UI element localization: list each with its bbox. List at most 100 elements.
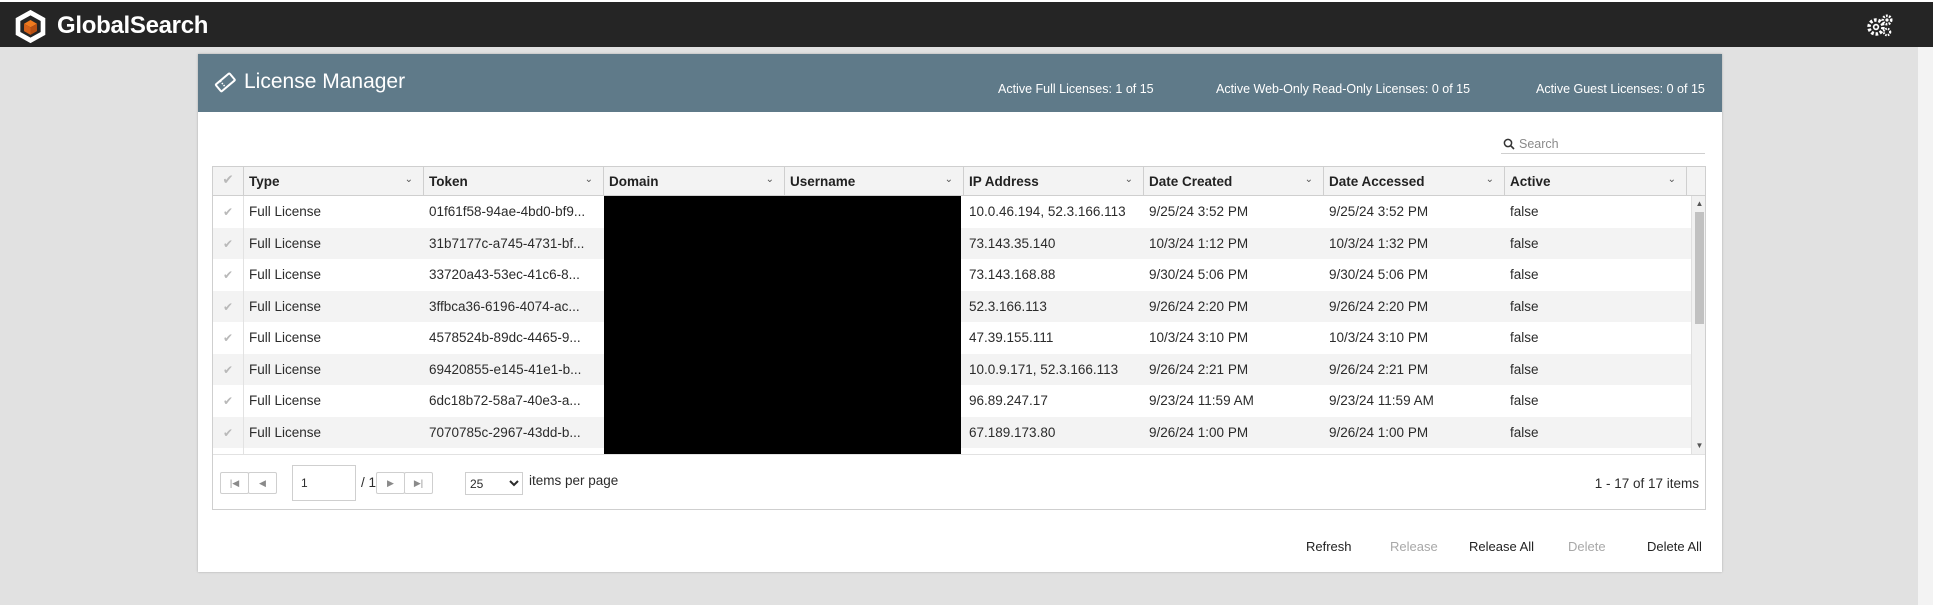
last-page-button[interactable]: ▶| xyxy=(404,472,433,494)
scroll-up-icon[interactable]: ▲ xyxy=(1692,198,1705,210)
cell-date-accessed: 9/26/24 2:20 PM xyxy=(1329,298,1429,314)
cell-date-created: 9/23/24 11:59 AM xyxy=(1149,393,1254,408)
delete-button[interactable]: Delete xyxy=(1568,539,1606,554)
chevron-down-icon[interactable]: ⌄ xyxy=(945,174,953,185)
row-checkbox[interactable]: ✔ xyxy=(213,227,244,259)
search-input[interactable] xyxy=(1519,136,1699,151)
cell-date-accessed: 10/3/24 3:10 PM xyxy=(1329,330,1429,345)
row-checkbox[interactable]: ✔ xyxy=(213,322,244,354)
column-header-active[interactable]: Active ⌄ xyxy=(1505,167,1687,196)
chevron-down-icon[interactable]: ⌄ xyxy=(405,174,413,185)
chevron-down-icon[interactable]: ⌄ xyxy=(585,174,593,185)
cell-active: false xyxy=(1510,361,1539,377)
active-guest-licenses: Active Guest Licenses: 0 of 15 xyxy=(1536,82,1705,96)
cell-token: 4578524b-89dc-4465-9... xyxy=(429,330,581,345)
page-edge xyxy=(1918,47,1933,605)
search-box xyxy=(1501,134,1705,154)
cell-active: false xyxy=(1510,393,1539,408)
cell-date-created: 9/26/24 1:00 PM xyxy=(1149,424,1249,440)
cell-type: Full License xyxy=(249,298,322,314)
vertical-scrollbar[interactable]: ▲ ▼ xyxy=(1691,196,1705,454)
cell-date-created: 10/3/24 1:12 PM xyxy=(1149,235,1249,251)
cell-type: Full License xyxy=(249,424,322,440)
cell-ip-address: 52.3.166.113 xyxy=(969,298,1047,314)
redacted-block xyxy=(604,196,961,454)
next-page-button[interactable]: ▶ xyxy=(376,472,405,494)
cell-date-accessed: 9/26/24 1:00 PM xyxy=(1329,424,1429,440)
row-checkbox[interactable]: ✔ xyxy=(213,353,244,385)
cell-active: false xyxy=(1510,298,1539,314)
cell-date-created: 9/25/24 3:52 PM xyxy=(1149,204,1249,219)
top-nav-bar: GlobalSearch xyxy=(0,0,1933,47)
cell-date-accessed: 9/30/24 5:06 PM xyxy=(1329,267,1429,282)
column-header-date-accessed[interactable]: Date Accessed ⌄ xyxy=(1324,167,1505,196)
cell-token: 6dc18b72-58a7-40e3-a... xyxy=(429,393,581,408)
select-all-checkbox[interactable]: ✔ xyxy=(213,167,244,196)
cell-date-accessed: 9/23/24 11:59 AM xyxy=(1329,393,1434,408)
cell-type: Full License xyxy=(249,393,322,408)
cell-ip-address: 73.143.35.140 xyxy=(969,235,1056,251)
column-header-token[interactable]: Token ⌄ xyxy=(424,167,604,196)
column-header-username[interactable]: Username ⌄ xyxy=(785,167,964,196)
app-name: GlobalSearch xyxy=(57,12,209,39)
cell-date-accessed: 10/3/24 1:32 PM xyxy=(1329,235,1429,251)
page-size-select[interactable]: 25 xyxy=(465,472,523,495)
cell-ip-address: 10.0.46.194, 52.3.166.113 xyxy=(969,204,1126,219)
row-checkbox[interactable]: ✔ xyxy=(213,259,244,291)
license-manager-panel: License Manager Active Full Licenses: 1 … xyxy=(198,54,1722,572)
page-size-label: items per page xyxy=(529,473,619,488)
cell-token: 7070785c-2967-43dd-b... xyxy=(429,424,581,440)
cell-active: false xyxy=(1510,204,1539,219)
chevron-down-icon[interactable]: ⌄ xyxy=(1668,174,1676,185)
panel-header: License Manager Active Full Licenses: 1 … xyxy=(198,54,1722,112)
chevron-down-icon[interactable]: ⌄ xyxy=(1305,174,1313,185)
cell-active: false xyxy=(1510,330,1539,345)
cell-ip-address: 10.0.9.171, 52.3.166.113 xyxy=(969,361,1119,377)
column-header-domain[interactable]: Domain ⌄ xyxy=(604,167,785,196)
active-web-only-licenses: Active Web-Only Read-Only Licenses: 0 of… xyxy=(1216,82,1471,96)
row-checkbox[interactable]: ✔ xyxy=(213,196,244,228)
search-icon xyxy=(1503,138,1515,150)
previous-page-button[interactable]: ◀ xyxy=(248,472,277,494)
chevron-down-icon[interactable]: ⌄ xyxy=(1486,174,1494,185)
cell-ip-address: 96.89.247.17 xyxy=(969,393,1048,408)
cell-ip-address: 47.39.155.111 xyxy=(969,330,1054,345)
cell-token: 01f61f58-94ae-4bd0-bf9... xyxy=(429,204,586,219)
delete-all-button[interactable]: Delete All xyxy=(1647,539,1702,554)
cell-date-accessed: 9/26/24 2:21 PM xyxy=(1329,361,1429,377)
scrollbar-thumb[interactable] xyxy=(1695,212,1704,324)
grid-header: ✔ Type ⌄ Token ⌄ Domain ⌄ Username ⌄ IP Addr… xyxy=(213,167,1705,196)
gears-icon[interactable] xyxy=(1866,13,1894,37)
page-number-input[interactable] xyxy=(292,465,356,501)
cell-token: 33720a43-53ec-41c6-8... xyxy=(429,267,580,282)
pager-info: 1 - 17 of 17 items xyxy=(1594,476,1699,491)
grid-pager: |◀ ◀ / 1 ▶ ▶| 25 items per page 1 - 17 o… xyxy=(213,454,1705,509)
scroll-down-icon[interactable]: ▼ xyxy=(1692,440,1705,452)
cell-token: 31b7177c-a745-4731-bf... xyxy=(429,235,585,251)
release-all-button[interactable]: Release All xyxy=(1469,539,1534,554)
refresh-button[interactable]: Refresh xyxy=(1306,539,1352,554)
column-header-date-created[interactable]: Date Created ⌄ xyxy=(1144,167,1324,196)
cell-date-created: 9/30/24 5:06 PM xyxy=(1149,267,1249,282)
cell-token: 3ffbca36-6196-4074-ac... xyxy=(429,298,580,314)
row-checkbox[interactable]: ✔ xyxy=(213,385,244,417)
cell-type: Full License xyxy=(249,330,322,345)
cell-date-created: 10/3/24 3:10 PM xyxy=(1149,330,1249,345)
first-page-button[interactable]: |◀ xyxy=(220,472,249,494)
panel-title-text: License Manager xyxy=(244,70,406,93)
active-full-licenses: Active Full Licenses: 1 of 15 xyxy=(998,82,1154,96)
chevron-down-icon[interactable]: ⌄ xyxy=(1125,174,1133,185)
cell-date-accessed: 9/25/24 3:52 PM xyxy=(1329,204,1429,219)
column-header-ip-address[interactable]: IP Address ⌄ xyxy=(964,167,1144,196)
app-logo[interactable]: GlobalSearch xyxy=(12,8,208,44)
cell-type: Full License xyxy=(249,361,322,377)
row-checkbox[interactable]: ✔ xyxy=(213,290,244,322)
cell-date-created: 9/26/24 2:21 PM xyxy=(1149,361,1249,377)
row-checkbox[interactable]: ✔ xyxy=(213,416,244,448)
cell-active: false xyxy=(1510,424,1539,440)
cell-ip-address: 73.143.168.88 xyxy=(969,267,1056,282)
chevron-down-icon[interactable]: ⌄ xyxy=(766,174,774,185)
column-header-type[interactable]: Type ⌄ xyxy=(244,167,424,196)
cell-active: false xyxy=(1510,267,1539,282)
release-button[interactable]: Release xyxy=(1390,539,1438,554)
